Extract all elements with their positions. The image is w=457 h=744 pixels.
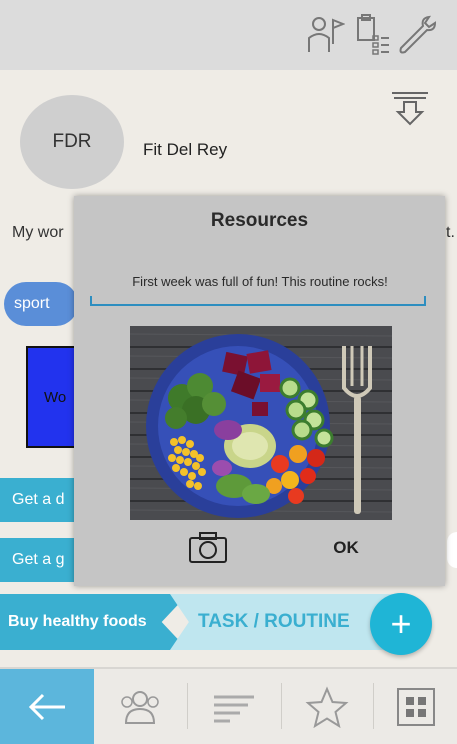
dialog-title: Resources <box>210 210 309 231</box>
scroll-handle[interactable] <box>447 532 457 568</box>
buy-healthy-foods-label: Buy healthy foods <box>8 613 147 630</box>
group-icon[interactable] <box>94 669 186 744</box>
back-arrow-icon[interactable] <box>0 669 94 744</box>
list-item-label: Get a d <box>12 491 65 508</box>
list-item-task-1[interactable]: Get a d <box>0 478 80 522</box>
download-icon[interactable] <box>390 90 430 126</box>
food-bowl-photo <box>130 326 392 520</box>
person-flag-icon[interactable] <box>304 10 346 58</box>
avatar[interactable]: FDR <box>20 95 124 189</box>
description-text: My wor <box>12 224 64 241</box>
checklist-icon[interactable] <box>352 10 392 58</box>
description-text-end: t. <box>446 224 455 241</box>
sport-tag[interactable]: sport <box>4 282 78 326</box>
list-item-label: Get a g <box>12 551 65 568</box>
list-lines-icon[interactable] <box>188 669 280 744</box>
plus-icon: + <box>390 603 412 644</box>
star-icon[interactable] <box>282 669 372 744</box>
workout-card-label: Wo <box>44 388 67 406</box>
add-button[interactable]: + <box>370 593 432 655</box>
profile-name: Fit Del Rey <box>143 140 228 159</box>
bottom-nav <box>0 667 457 744</box>
top-bar <box>0 0 457 70</box>
ok-button[interactable]: OK <box>318 534 374 562</box>
wrench-icon[interactable] <box>394 10 440 58</box>
buy-healthy-foods-button[interactable]: Buy healthy foods <box>0 594 188 650</box>
list-item-task-2[interactable]: Get a g <box>0 538 80 582</box>
comment-input-underline <box>90 296 426 306</box>
sport-tag-label: sport <box>14 295 50 312</box>
avatar-initials: FDR <box>52 131 92 152</box>
grid-icon[interactable] <box>374 669 457 744</box>
camera-icon[interactable] <box>188 530 228 564</box>
task-routine-label: TASK / ROUTINE <box>198 611 350 632</box>
resources-dialog: Resources First week was full of fun! Th… <box>74 196 445 586</box>
comment-input[interactable]: First week was full of fun! This routine… <box>90 274 430 289</box>
